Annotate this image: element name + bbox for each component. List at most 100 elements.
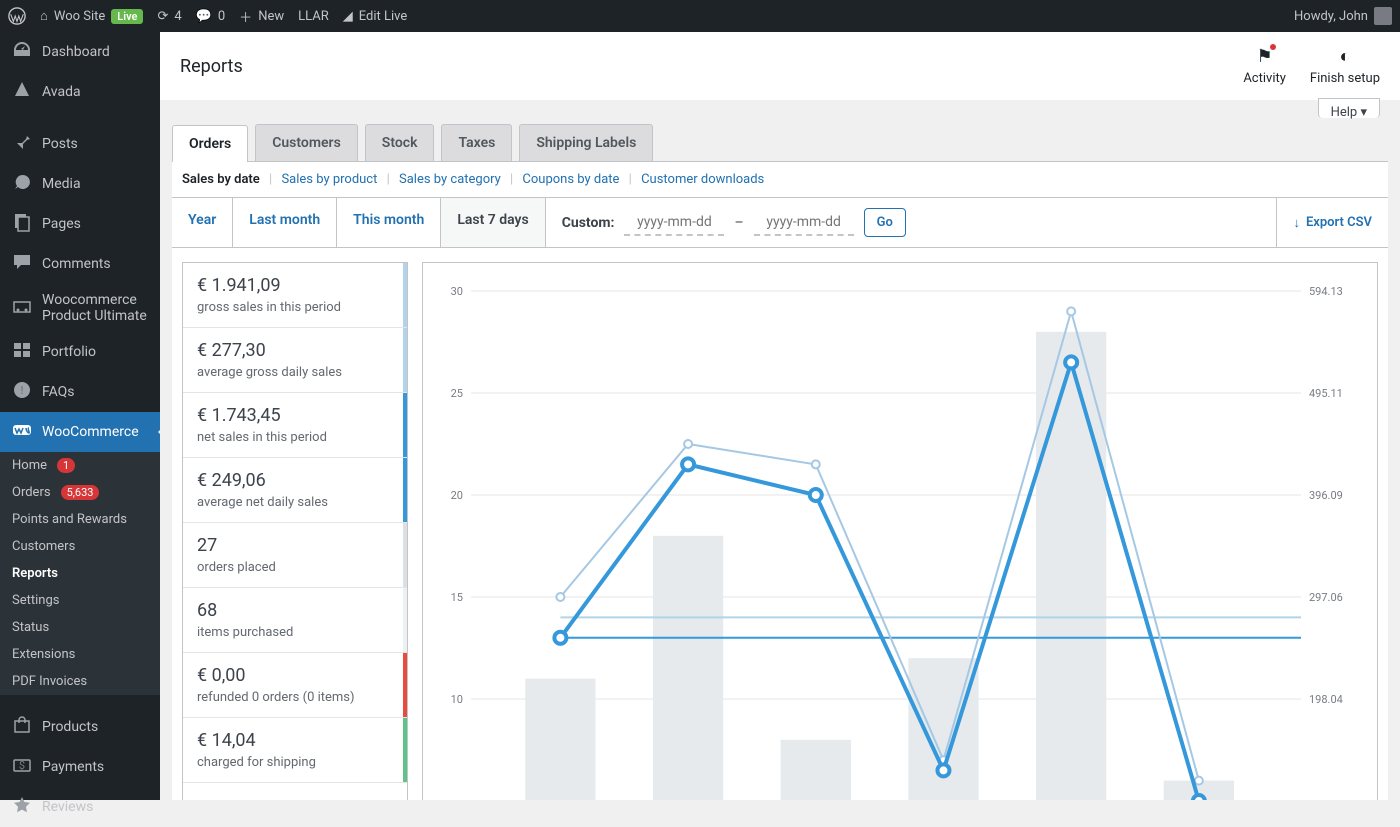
comment-icon [12,252,32,276]
range-year[interactable]: Year [172,198,233,247]
range-this-month[interactable]: This month [337,198,441,247]
count-badge: 5,633 [61,485,100,500]
admin-bar: ⌂Woo SiteLive ⟳4 💬0 ＋New LLAR ◢Edit Live… [0,0,1400,32]
date-from-input[interactable] [624,210,724,236]
svg-text:594.13: 594.13 [1309,285,1343,298]
tab-shipping-labels[interactable]: Shipping Labels [519,124,653,161]
stat-average-gross-daily-sales[interactable]: € 277,30average gross daily sales [183,328,407,393]
chart-panel: 30594.1325495.1120396.0915297.0610198.04 [422,262,1378,800]
live-badge: Live [111,9,143,24]
tab-customers[interactable]: Customers [255,124,358,161]
sidebar-sub-customers[interactable]: Customers [0,533,160,560]
stat-refunded-orders-items-[interactable]: € 0,00refunded 0 orders (0 items) [183,653,407,718]
finish-setup-button[interactable]: ◐ Finish setup [1310,46,1380,86]
stat-orders-placed[interactable]: 27orders placed [183,523,407,588]
site-link[interactable]: ⌂Woo SiteLive [40,8,143,24]
sidebar-item-media[interactable]: Media [0,164,160,204]
sidebar-item-products[interactable]: Products [0,707,160,747]
range-last-7-days[interactable]: Last 7 days [441,198,545,247]
svg-text:495.11: 495.11 [1309,387,1343,400]
comment-icon: 💬 [196,9,212,24]
range-last-month[interactable]: Last month [233,198,337,247]
comments-link[interactable]: 💬0 [196,9,226,24]
sidebar-item-woocommerce[interactable]: WooCommerce [0,412,160,452]
sidebar-sub-reports[interactable]: Reports [0,560,160,587]
sidebar-item-posts[interactable]: Posts [0,124,160,164]
edit-live-link[interactable]: ◢Edit Live [343,9,408,24]
svg-text:!: ! [21,384,24,397]
svg-text:10: 10 [451,693,463,706]
sidebar-sub-status[interactable]: Status [0,614,160,641]
portfolio-icon [12,340,32,364]
download-icon: ↓ [1293,215,1300,231]
updates-link[interactable]: ⟳4 [157,9,181,24]
progress-icon: ◐ [1340,46,1351,67]
refresh-icon: ⟳ [157,9,168,24]
report-subnav: Sales by date | Sales by product | Sales… [172,162,1388,197]
custom-label: Custom: [562,215,615,231]
svg-text:198.04: 198.04 [1309,693,1343,706]
subnav-sales-by-category[interactable]: Sales by category [399,172,501,187]
svg-text:396.09: 396.09 [1309,489,1343,502]
sidebar-item-pages[interactable]: Pages [0,204,160,244]
new-link[interactable]: ＋New [239,7,284,26]
tab-taxes[interactable]: Taxes [441,124,512,161]
stat-items-purchased[interactable]: 68items purchased [183,588,407,653]
pin-icon [12,132,32,156]
stat-charged-for-shipping[interactable]: € 14,04charged for shipping [183,718,407,783]
faq-icon: ! [12,380,32,404]
stat-average-net-daily-sales[interactable]: € 249,06average net daily sales [183,458,407,523]
plus-icon: ＋ [239,7,252,26]
help-tab[interactable]: Help ▾ [1318,98,1380,118]
sidebar-sub-home[interactable]: Home1 [0,452,160,479]
subnav-sales-by-product[interactable]: Sales by product [281,172,377,187]
sidebar-item-payments[interactable]: $Payments [0,747,160,787]
sidebar-sub-orders[interactable]: Orders5,633 [0,479,160,506]
sidebar-sub-points-and-rewards[interactable]: Points and Rewards [0,506,160,533]
subnav-customer-downloads[interactable]: Customer downloads [641,172,764,187]
woo-icon [12,420,32,444]
sidebar-sub-settings[interactable]: Settings [0,587,160,614]
stat-net-sales-in-this-period[interactable]: € 1.743,45net sales in this period [183,393,407,458]
media-icon [12,172,32,196]
admin-sidebar: DashboardAvadaPostsMediaPagesCommentsWoo… [0,32,160,800]
svg-text:15: 15 [451,591,463,604]
chevron-down-icon: ▾ [1360,105,1367,120]
sidebar-sub-pdf-invoices[interactable]: PDF Invoices [0,668,160,695]
llar-link[interactable]: LLAR [298,9,329,24]
date-range-row: YearLast monthThis monthLast 7 days Custo… [172,197,1388,248]
account-link[interactable]: Howdy, John [1294,7,1392,25]
pay-icon: $ [12,755,32,779]
stats-column: € 1.941,09gross sales in this period€ 27… [182,262,408,800]
avatar [1374,7,1392,25]
home-icon: ⌂ [40,8,48,24]
go-button[interactable]: Go [864,208,906,237]
date-to-input[interactable] [754,210,854,236]
sidebar-item-avada[interactable]: Avada [0,72,160,112]
cart-icon [12,715,32,739]
avada-icon [12,80,32,104]
svg-text:25: 25 [451,387,463,400]
sidebar-item-comments[interactable]: Comments [0,244,160,284]
sidebar-item-portfolio[interactable]: Portfolio [0,332,160,372]
page-icon [12,212,32,236]
dashboard-icon [12,40,32,64]
sidebar-item-dashboard[interactable]: Dashboard [0,32,160,72]
subnav-coupons-by-date[interactable]: Coupons by date [522,172,619,187]
sidebar-item-faqs[interactable]: !FAQs [0,372,160,412]
star-icon [12,795,32,819]
export-csv[interactable]: ↓Export CSV [1276,198,1388,247]
sidebar-item-woocommerce-product-ultimate[interactable]: Woocommerce Product Ultimate [0,284,160,332]
sidebar-item-reviews[interactable]: Reviews [0,787,160,827]
sales-chart: 30594.1325495.1120396.0915297.0610198.04 [441,281,1351,800]
activity-icon: ⚑ [1257,46,1273,67]
sidebar-sub-extensions[interactable]: Extensions [0,641,160,668]
wp-logo[interactable] [8,7,26,25]
page-title: Reports [180,56,243,77]
tab-stock[interactable]: Stock [365,124,435,161]
count-badge: 1 [57,458,75,473]
activity-button[interactable]: ⚑ Activity [1243,46,1286,86]
svg-text:30: 30 [451,285,463,298]
stat-gross-sales-in-this-period[interactable]: € 1.941,09gross sales in this period [183,263,407,328]
tab-orders[interactable]: Orders [172,125,248,162]
